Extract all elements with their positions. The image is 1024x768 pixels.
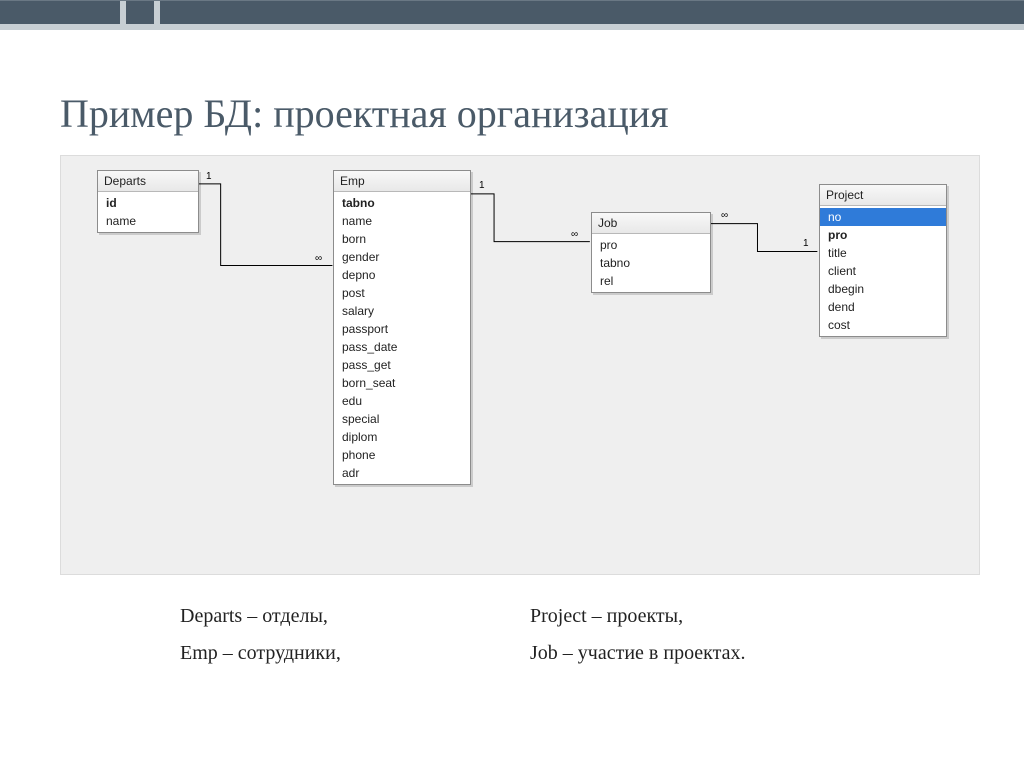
rel-label-a: 1 [479, 180, 485, 191]
field-item[interactable]: phone [334, 446, 470, 464]
legend-item: Departs – отделы, [180, 605, 440, 628]
field-list: idname [98, 192, 198, 232]
field-item[interactable]: diplom [334, 428, 470, 446]
legend-item: Project – проекты, [530, 605, 790, 628]
field-item[interactable]: gender [334, 248, 470, 266]
field-item[interactable]: cost [820, 316, 946, 334]
field-item[interactable]: born_seat [334, 374, 470, 392]
relation-line [710, 224, 818, 252]
rel-label-b: 1 [803, 238, 809, 249]
field-item[interactable]: post [334, 284, 470, 302]
rel-label-a: ∞ [721, 210, 728, 221]
field-item[interactable]: pass_get [334, 356, 470, 374]
field-item[interactable]: tabno [592, 254, 710, 272]
rel-label-b: ∞ [315, 253, 322, 264]
field-item[interactable]: dbegin [820, 280, 946, 298]
field-item[interactable]: no [820, 208, 946, 226]
table-header: Departs [98, 171, 198, 192]
table-header: Project [820, 185, 946, 206]
field-item[interactable]: tabno [334, 194, 470, 212]
rel-label-b: ∞ [571, 229, 578, 240]
field-item[interactable]: edu [334, 392, 470, 410]
table-emp[interactable]: Emp tabnonameborngenderdepnopostsalarypa… [333, 170, 471, 485]
field-item[interactable]: dend [820, 298, 946, 316]
field-item[interactable]: pro [592, 236, 710, 254]
field-item[interactable]: salary [334, 302, 470, 320]
legend-item: Emp – сотрудники, [180, 642, 440, 665]
field-item[interactable]: special [334, 410, 470, 428]
field-item[interactable]: id [98, 194, 198, 212]
legend: Departs – отделы, Project – проекты, Emp… [180, 605, 1024, 665]
field-item[interactable]: adr [334, 464, 470, 482]
schema-canvas: 1 ∞ 1 ∞ ∞ 1 Departs idname Emp tabnoname… [60, 155, 980, 575]
table-departs[interactable]: Departs idname [97, 170, 199, 233]
field-item[interactable]: passport [334, 320, 470, 338]
field-item[interactable]: pro [820, 226, 946, 244]
slide-top-bar [0, 0, 1024, 30]
field-item[interactable]: depno [334, 266, 470, 284]
table-job[interactable]: Job protabnorel [591, 212, 711, 293]
field-item[interactable]: name [98, 212, 198, 230]
legend-row: Departs – отделы, Project – проекты, [180, 605, 1024, 628]
slide-title: Пример БД: проектная организация [60, 90, 1024, 137]
table-header: Emp [334, 171, 470, 192]
rel-label-a: 1 [206, 171, 212, 182]
field-item[interactable]: born [334, 230, 470, 248]
field-item[interactable]: name [334, 212, 470, 230]
field-list: noprotitleclientdbegindendcost [820, 206, 946, 336]
field-item[interactable]: rel [592, 272, 710, 290]
seg [154, 1, 160, 24]
field-list: protabnorel [592, 234, 710, 292]
table-header: Job [592, 213, 710, 234]
field-item[interactable]: client [820, 262, 946, 280]
legend-row: Emp – сотрудники, Job – участие в проект… [180, 642, 1024, 665]
table-project[interactable]: Project noprotitleclientdbegindendcost [819, 184, 947, 337]
legend-item: Job – участие в проектах. [530, 642, 790, 665]
field-item[interactable]: pass_date [334, 338, 470, 356]
field-item[interactable]: title [820, 244, 946, 262]
seg [120, 1, 126, 24]
field-list: tabnonameborngenderdepnopostsalarypasspo… [334, 192, 470, 484]
relation-line [199, 184, 333, 266]
